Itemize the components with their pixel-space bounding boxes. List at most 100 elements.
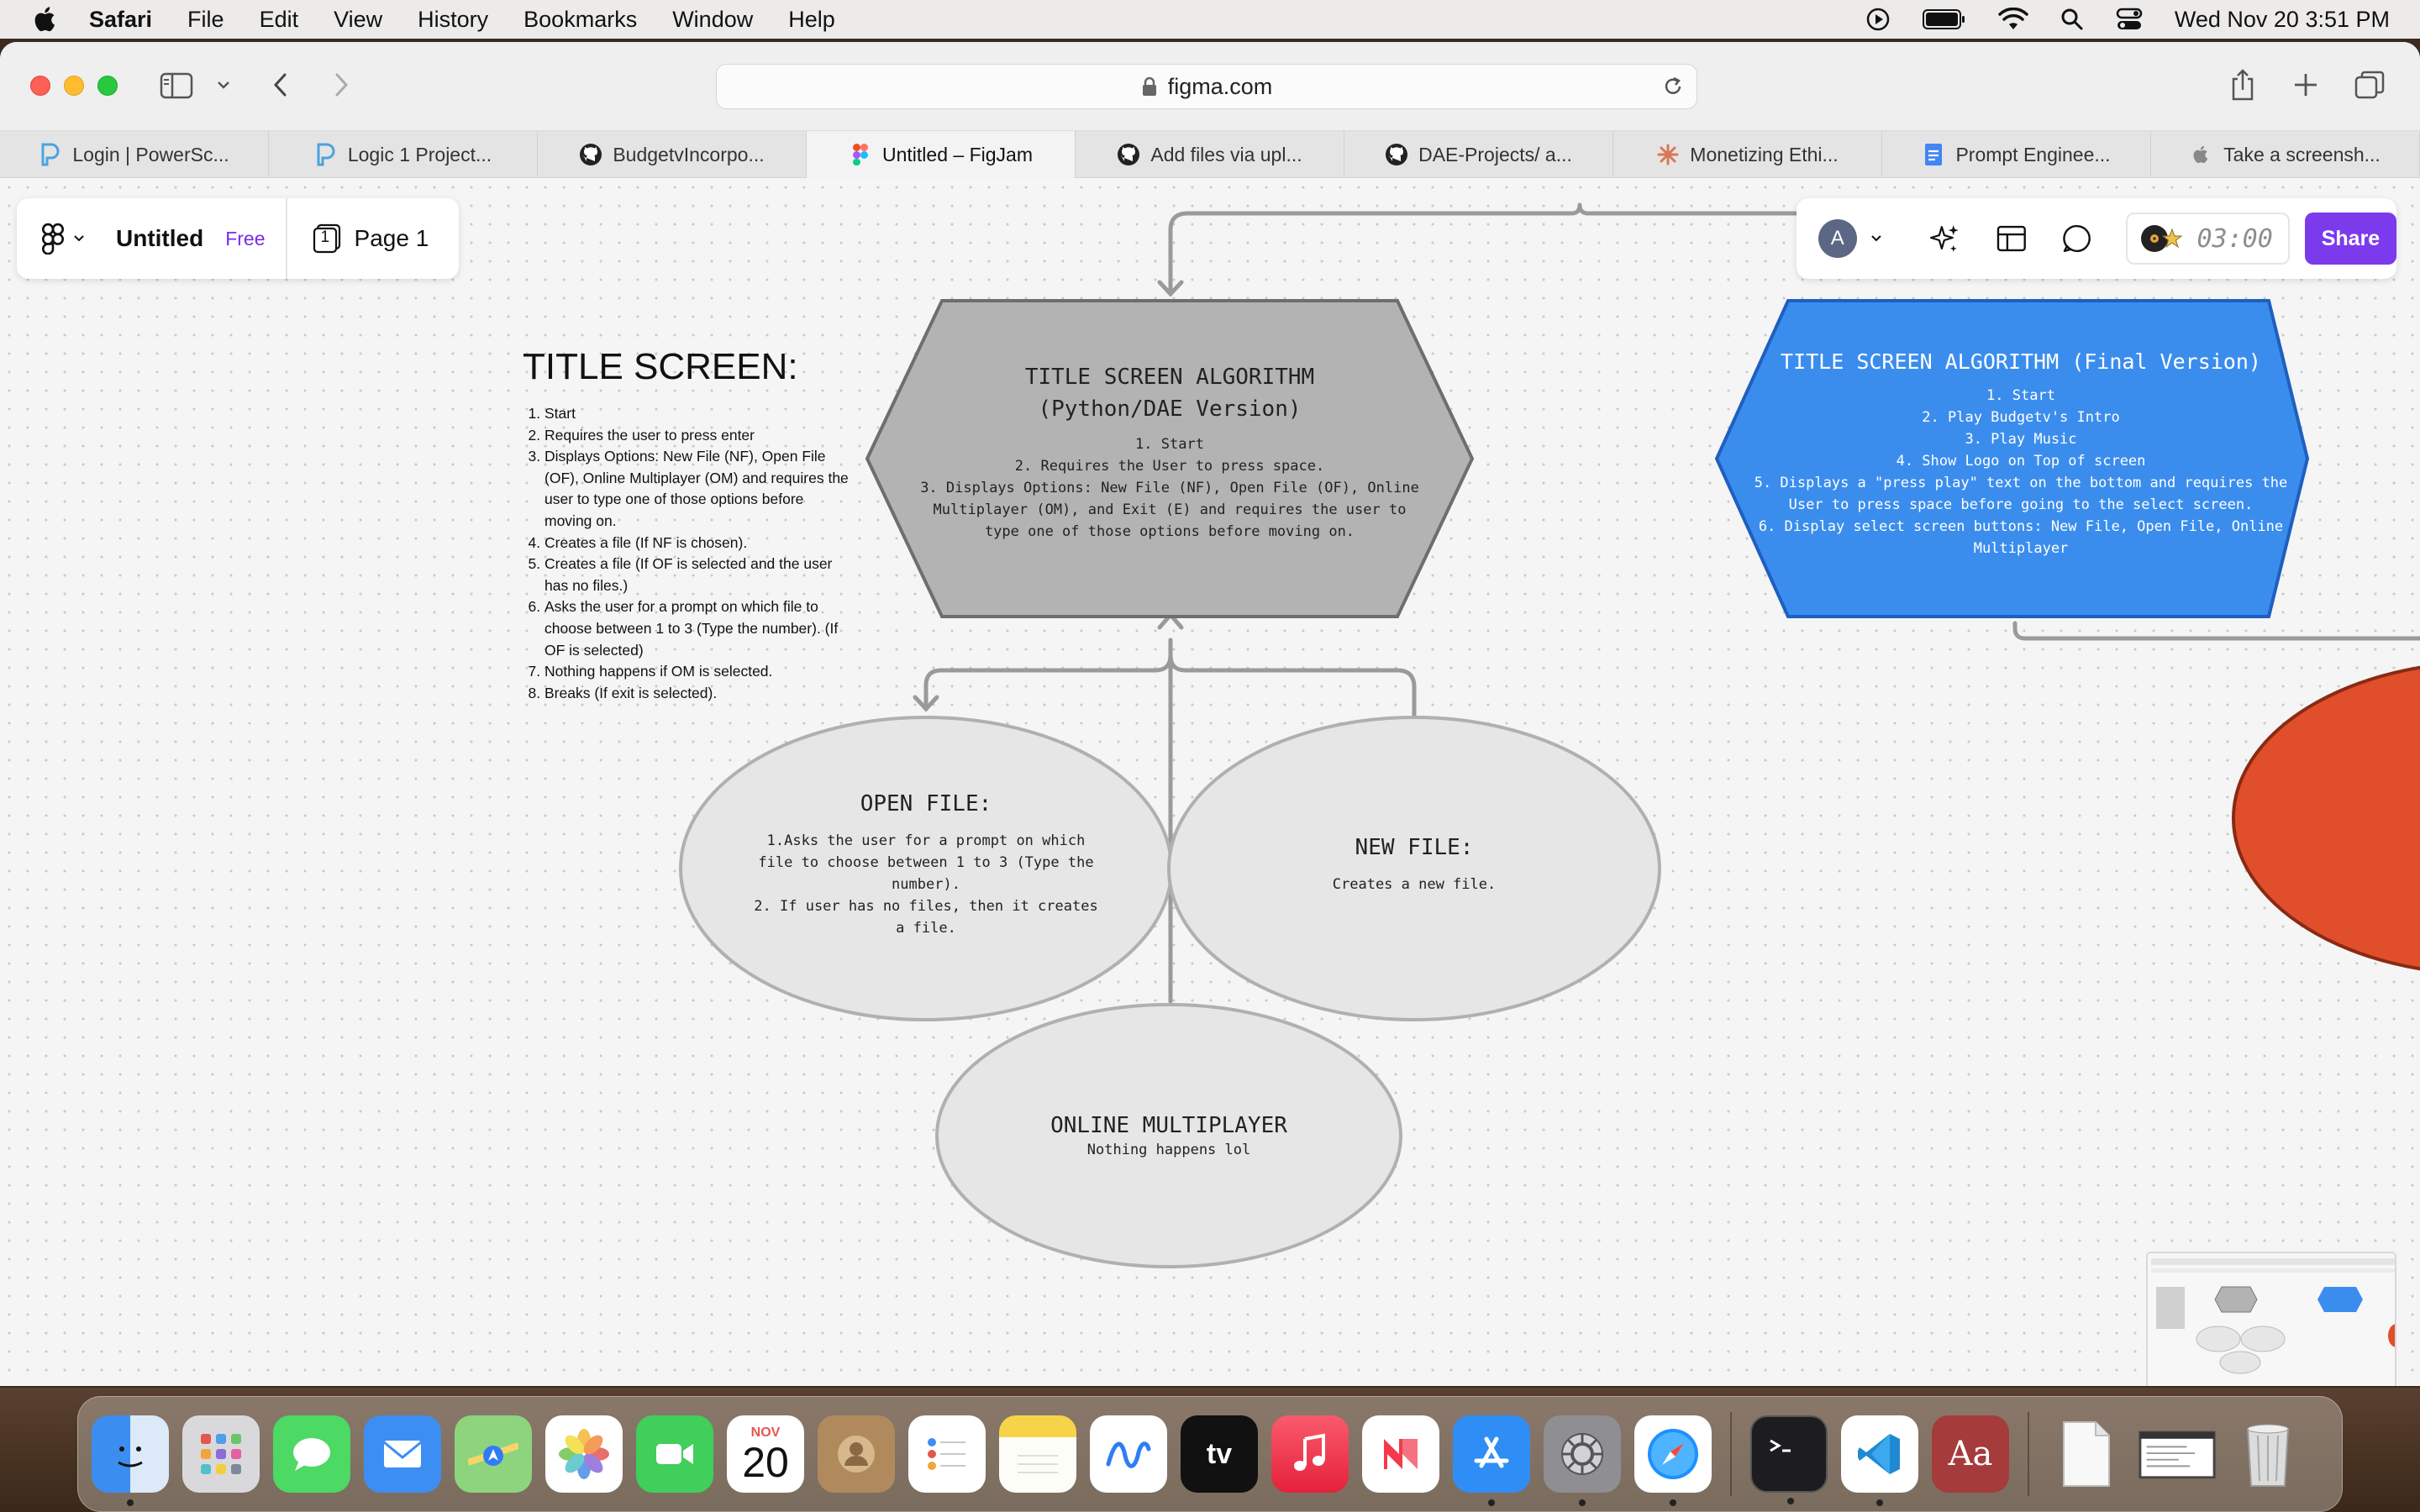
maps-icon[interactable] [455,1415,532,1493]
tab-github-budgetv[interactable]: BudgetvIncorpo... [538,131,807,178]
mail-icon[interactable] [364,1415,441,1493]
contacts-icon[interactable] [818,1415,895,1493]
chevron-down-icon[interactable] [215,67,232,102]
minimize-window-button[interactable] [64,76,84,96]
app-store-icon[interactable] [1453,1415,1530,1506]
tab-powerschool-login[interactable]: Login | PowerSc... [0,131,269,178]
running-indicator [1488,1499,1495,1506]
menu-help[interactable]: Help [788,7,835,33]
notes-icon[interactable] [999,1415,1076,1493]
clock[interactable]: Wed Nov 20 3:51 PM [2175,7,2390,33]
tv-label: tv [1206,1437,1233,1470]
avatar[interactable]: A [1818,219,1857,258]
python-algorithm-text[interactable]: TITLE SCREEN ALGORITHM (Python/DAE Versi… [918,361,1422,543]
tab-google-docs-prompt[interactable]: Prompt Enginee... [1882,131,2151,178]
main-menu-button[interactable] [42,223,86,255]
back-icon[interactable] [269,67,292,102]
ai-sparkle-icon[interactable] [1928,222,1962,255]
tab-github-dae-projects[interactable]: DAE-Projects/ a... [1344,131,1613,178]
tab-label: Add files via upl... [1150,143,1302,165]
screenshot-stack-icon[interactable] [2139,1415,2216,1493]
safari-icon[interactable] [1634,1415,1712,1506]
launchpad-icon[interactable] [182,1415,260,1493]
comment-icon[interactable] [2061,223,2093,255]
notes-title: TITLE SCREEN: [523,346,798,387]
tab-figjam[interactable]: Untitled – FigJam [807,131,1076,178]
messages-icon[interactable] [273,1415,350,1493]
tab-logic-project[interactable]: Logic 1 Project... [269,131,538,178]
page-icon: 1 [313,223,343,254]
share-button[interactable]: Share [2304,213,2396,265]
address-bar[interactable]: figma.com [716,64,1697,109]
python-algorithm-line: 3. Displays Options: New File (NF), Open… [920,480,1419,540]
document-icon[interactable] [2048,1415,2125,1493]
minimap[interactable] [2146,1252,2396,1386]
music-icon[interactable] [1271,1415,1349,1493]
final-algorithm-line: 4. Show Logo on Top of screen [1896,453,2146,470]
facetime-icon[interactable] [636,1415,713,1493]
tab-bar: Login | PowerSc... Logic 1 Project... Bu… [0,131,2420,178]
open-file-body: 1.Asks the user for a prompt on which fi… [750,830,1102,939]
timer-widget[interactable]: 03:00 [2126,213,2290,265]
reload-icon[interactable] [1661,75,1685,98]
freeform-icon[interactable] [1090,1415,1167,1493]
running-indicator [1787,1498,1794,1504]
control-center-icon[interactable] [2116,7,2143,32]
python-algorithm-line: 1. Start [1135,436,1204,453]
tab-apple-screenshot[interactable]: Take a screensh... [2151,131,2420,178]
system-settings-icon[interactable] [1544,1415,1621,1506]
dock-separator [2028,1412,2029,1496]
close-window-button[interactable] [30,76,50,96]
notes-item: Creates a file (If NF is chosen). [544,533,850,554]
dictionary-icon[interactable]: Aa [1932,1415,2009,1493]
figjam-canvas[interactable]: TITLE SCREEN: Start Requires the user to… [0,178,2420,1386]
news-icon[interactable] [1362,1415,1439,1493]
battery-icon[interactable] [1922,8,1966,30]
timer-value: 03:00 [2196,223,2273,254]
finder-icon[interactable] [92,1415,169,1506]
figma-logo-icon [42,223,64,255]
new-file-text[interactable]: NEW FILE: Creates a new file. [1263,832,1565,895]
menu-history[interactable]: History [418,7,488,33]
menu-file[interactable]: File [187,7,224,33]
open-file-text[interactable]: OPEN FILE: 1.Asks the user for a prompt … [750,788,1102,939]
connector-final-right [2012,621,2420,641]
final-algorithm-text[interactable]: TITLE SCREEN ALGORITHM (Final Version) 1… [1749,346,2292,559]
menu-bookmarks[interactable]: Bookmarks [523,7,637,33]
file-name[interactable]: Untitled [116,225,203,252]
apple-tv-icon[interactable]: tv [1181,1415,1258,1493]
spotlight-search-icon[interactable] [2060,8,2084,31]
apple-menu-icon[interactable] [32,5,60,34]
reminders-icon[interactable] [908,1415,986,1493]
tab-overview-icon[interactable] [2353,67,2386,102]
file-panel: Untitled Free 1 Page 1 [17,198,459,279]
menu-view[interactable]: View [334,7,382,33]
play-circle-icon[interactable] [1865,7,1891,32]
wifi-icon[interactable] [1998,8,2028,31]
calendar-icon[interactable]: NOV 20 [727,1415,804,1493]
tab-github-add-files[interactable]: Add files via upl... [1076,131,1344,178]
fullscreen-window-button[interactable] [97,76,118,96]
plan-badge[interactable]: Free [225,228,265,250]
photos-icon[interactable] [545,1415,623,1493]
trash-icon[interactable] [2229,1415,2307,1493]
layout-templates-icon[interactable] [1996,223,2028,255]
page-selector[interactable]: 1 Page 1 [313,223,429,254]
app-name[interactable]: Safari [89,7,152,33]
dock: NOV 20 tv Aa [77,1396,2343,1512]
new-tab-icon[interactable] [2292,67,2319,102]
minimap-preview [2148,1253,2395,1386]
chevron-down-icon[interactable] [1869,233,1884,244]
menu-edit[interactable]: Edit [260,7,299,33]
chevron-down-icon [74,235,84,242]
terminal-icon[interactable] [1750,1415,1828,1504]
forward-icon[interactable] [329,67,353,102]
notes-item: Start [544,403,850,425]
share-icon[interactable] [2228,67,2257,102]
online-multiplayer-text[interactable]: ONLINE MULTIPLAYER Nothing happens lol [1001,1112,1337,1161]
tab-claude-monetizing[interactable]: Monetizing Ethi... [1613,131,1882,178]
sidebar-toggle-icon[interactable] [160,67,193,102]
vscode-icon[interactable] [1841,1415,1918,1506]
tab-label: Login | PowerSc... [72,143,229,165]
menu-window[interactable]: Window [672,7,753,33]
